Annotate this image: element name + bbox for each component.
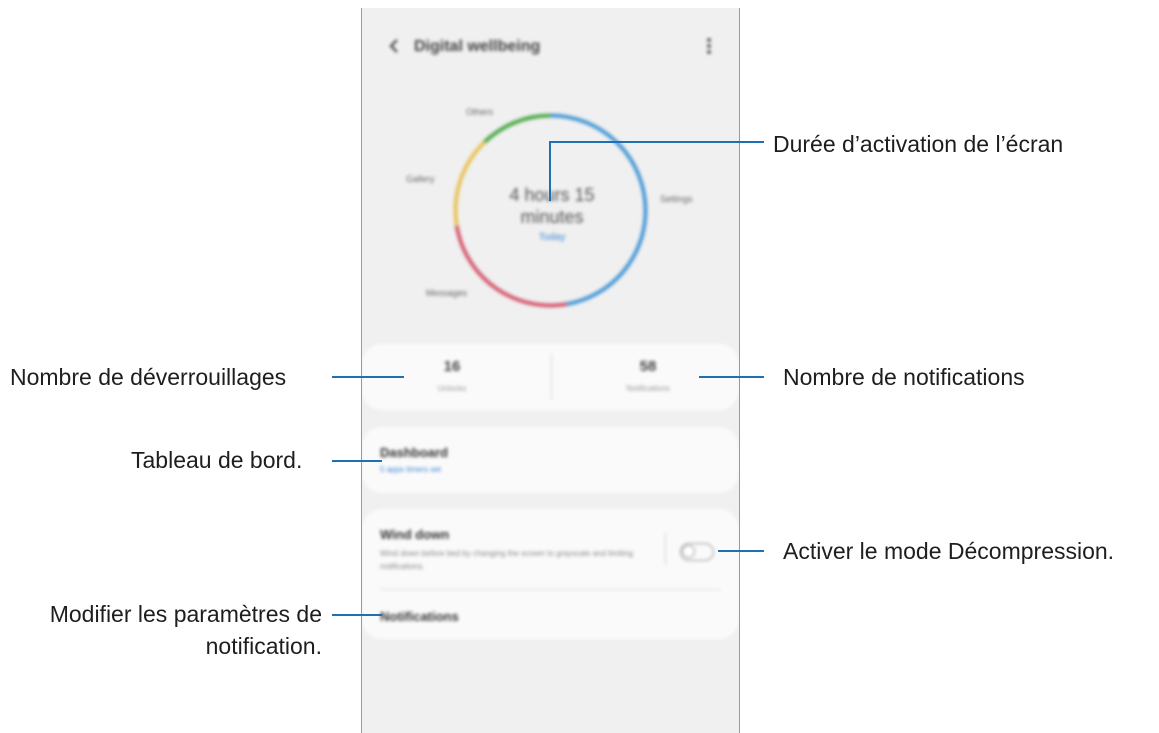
- callout-notification-settings-line1: Modifier les paramètres de: [49, 601, 322, 627]
- dashboard-card[interactable]: Dashboard 5 apps timers set: [362, 427, 739, 493]
- callout-unlocks: Nombre de déverrouillages: [10, 364, 287, 390]
- app-label-settings: Settings: [660, 194, 693, 204]
- phone-screen: Digital wellbeing 4 hours 15 minutes Tod…: [361, 8, 740, 733]
- usage-period-link[interactable]: Today: [482, 232, 622, 243]
- notifications-count: 58: [639, 358, 657, 375]
- callout-wind-down: Activer le mode Décompression.: [783, 538, 1115, 564]
- callout-line-notifications: [699, 376, 764, 378]
- wind-down-description: Wind down before bed by changing the scr…: [380, 549, 634, 571]
- unlocks-label: Unlocks: [437, 384, 467, 393]
- callout-dashboard: Tableau de bord.: [131, 447, 303, 473]
- wind-down-title: Wind down: [380, 527, 450, 542]
- more-options-icon[interactable]: [697, 34, 721, 58]
- app-label-others: Others: [466, 107, 494, 117]
- app-title: Digital wellbeing: [414, 38, 541, 55]
- total-usage-time: 4 hours 15 minutes: [509, 185, 595, 227]
- dashboard-subtitle: 5 apps timers set: [380, 465, 441, 474]
- wind-down-separator: [665, 533, 666, 565]
- wind-down-card: Wind down Wind down before bed by changi…: [362, 509, 739, 639]
- callout-notification-settings: Modifier les paramètres de notification.: [16, 600, 322, 660]
- callout-line-notification-settings: [332, 614, 382, 616]
- app-label-gallery: Gallery: [406, 174, 435, 184]
- app-label-messages: Messages: [426, 288, 468, 298]
- callout-line-screen-time: [550, 141, 764, 143]
- card-divider: [380, 589, 721, 590]
- unlocks-count: 16: [443, 358, 461, 375]
- callout-line-unlocks: [332, 376, 404, 378]
- callout-notification-settings-line2: notification.: [205, 633, 322, 659]
- callout-screen-time: Durée d’activation de l’écran: [773, 131, 1064, 157]
- stats-card: 16 Unlocks 58 Notifications: [362, 344, 739, 410]
- callout-line-dashboard: [332, 460, 382, 462]
- back-arrow-icon[interactable]: [382, 34, 406, 58]
- callout-line-wind-down: [718, 550, 764, 552]
- wind-down-toggle[interactable]: [680, 543, 714, 561]
- dashboard-title: Dashboard: [380, 445, 448, 460]
- toggle-knob: [682, 545, 695, 558]
- notifications-settings-item[interactable]: Notifications: [380, 609, 459, 624]
- notifications-label: Notifications: [626, 384, 670, 393]
- stats-divider: [551, 354, 552, 400]
- callout-line-screen-time-vertical: [549, 141, 551, 201]
- app-bar: Digital wellbeing: [362, 30, 739, 64]
- callout-notifications: Nombre de notifications: [783, 364, 1025, 390]
